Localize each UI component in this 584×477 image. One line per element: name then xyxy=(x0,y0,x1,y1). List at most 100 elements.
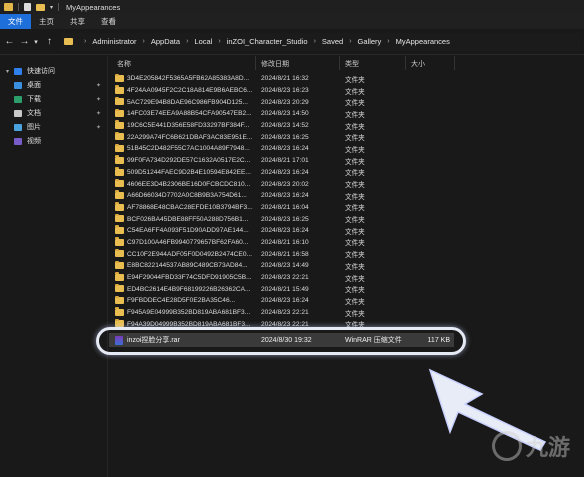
up-arrow-icon[interactable]: ↑ xyxy=(44,36,55,47)
window-title: MyAppearances xyxy=(66,2,121,12)
column-type[interactable]: 类型 xyxy=(345,59,359,69)
table-row[interactable]: F9FBDDEC4E28D5F0E2BA35C46... 2024/8/23 16… xyxy=(109,295,584,307)
file-name: BCF026BA45DBE88FF50A288D756B1... xyxy=(127,215,249,223)
column-divider[interactable] xyxy=(255,56,256,70)
sidebar-item-downloads[interactable]: 下载 ✦ xyxy=(0,92,107,106)
folder-icon xyxy=(115,190,124,199)
table-row[interactable]: C97D100A46FB9940779657BF62FA60... 2024/8/… xyxy=(109,237,584,249)
file-name: 509D51244FAEC9D2B4E10594E842EE... xyxy=(127,168,251,176)
column-divider[interactable] xyxy=(454,56,455,70)
breadcrumb-local[interactable]: Local xyxy=(194,37,212,46)
file-type: 文件夹 xyxy=(345,135,365,143)
breadcrumb-saved[interactable]: Saved xyxy=(322,37,343,46)
breadcrumb[interactable]: › Administrator › AppData › Local › inZO… xyxy=(61,32,580,51)
file-type: 文件夹 xyxy=(345,111,365,119)
folder-icon xyxy=(115,120,124,129)
file-date: 2024/8/21 15:49 xyxy=(261,285,309,293)
quick-access-dropdown-icon[interactable]: ▾ xyxy=(50,4,53,11)
table-row[interactable]: A66D66034D7702A0C8B9B3A754D61... 2024/8/2… xyxy=(109,190,584,202)
file-name: C54EA6FF4A093F51D90ADD97AE144... xyxy=(127,227,249,235)
table-row[interactable]: E8BC822144537AB89C489CB73AD84... 2024/8/2… xyxy=(109,260,584,272)
new-folder-icon[interactable] xyxy=(36,3,45,11)
table-row[interactable]: 509D51244FAEC9D2B4E10594E842EE... 2024/8/… xyxy=(109,167,584,179)
picture-icon xyxy=(14,123,22,131)
folder-icon xyxy=(115,131,124,141)
recent-locations-icon[interactable]: ▾ xyxy=(32,38,40,46)
folder-icon xyxy=(115,307,124,316)
sidebar-item-pictures[interactable]: 图片 ✦ xyxy=(0,120,107,134)
column-date[interactable]: 修改日期 xyxy=(261,59,289,69)
breadcrumb-inzoi-character-studio[interactable]: inZOI_Character_Studio xyxy=(227,37,308,46)
table-row[interactable]: 5AC729E94B8DAE96C986FB904D125... 2024/8/2… xyxy=(109,96,584,108)
column-divider[interactable] xyxy=(405,56,406,70)
chevron-right-icon[interactable]: › xyxy=(218,38,220,45)
tab-home[interactable]: 主页 xyxy=(31,14,62,29)
breadcrumb-appdata[interactable]: AppData xyxy=(151,37,180,46)
pin-icon[interactable]: ✦ xyxy=(96,82,101,89)
table-row[interactable]: ED4BC2614E4B9F68199226B26362CA... 2024/8/… xyxy=(109,283,584,295)
highlight-annotation xyxy=(96,327,466,355)
folder-icon xyxy=(115,213,124,223)
pin-icon[interactable]: ✦ xyxy=(96,96,101,103)
title-divider xyxy=(18,3,19,11)
chevron-right-icon[interactable]: › xyxy=(349,38,351,45)
column-name[interactable]: 名称 xyxy=(117,59,131,69)
sidebar-item-desktop[interactable]: 桌面 ✦ xyxy=(0,78,107,92)
file-name: CC10F2E944ADF05F0D0492B2474CE0... xyxy=(127,250,252,258)
column-header: 名称 修改日期 类型 大小 xyxy=(109,56,584,70)
file-name: AF78868E48CBAC28EFDE10B3794BF3... xyxy=(127,203,253,211)
file-date: 2024/8/23 20:29 xyxy=(261,98,309,106)
folder-icon xyxy=(115,96,124,106)
tab-share[interactable]: 共享 xyxy=(62,14,93,29)
folder-icon xyxy=(115,167,124,176)
column-size[interactable]: 大小 xyxy=(411,59,425,69)
chevron-right-icon[interactable]: › xyxy=(314,38,316,45)
table-row[interactable]: 3D4E205842F5365A5FB62A85383A8D... 2024/8/… xyxy=(109,73,584,85)
chevron-right-icon[interactable]: › xyxy=(387,38,389,45)
breadcrumb-myappearances[interactable]: MyAppearances xyxy=(396,37,450,46)
file-name: ED4BC2614E4B9F68199226B26362CA... xyxy=(127,285,251,293)
table-row[interactable]: 99F0FA734D292DE57C1632A0517E2C... 2024/8/… xyxy=(109,155,584,167)
chevron-right-icon[interactable]: › xyxy=(84,38,86,45)
file-type: 文件夹 xyxy=(345,310,365,318)
table-row[interactable]: E94F29044FBD33F74C5DFD91905C5B... 2024/8/… xyxy=(109,272,584,284)
pin-icon[interactable]: ✦ xyxy=(96,110,101,117)
folder-icon xyxy=(115,143,124,153)
folder-icon xyxy=(115,283,124,293)
chevron-down-icon[interactable]: ▾ xyxy=(6,68,14,75)
forward-arrow-icon[interactable]: → xyxy=(19,36,30,47)
chevron-right-icon[interactable]: › xyxy=(186,38,188,45)
table-row[interactable]: 51B45C2D482F55C7AC1004A89F7948... 2024/8/… xyxy=(109,143,584,155)
file-date: 2024/8/21 16:58 xyxy=(261,250,309,258)
tab-view[interactable]: 查看 xyxy=(93,14,124,29)
column-divider[interactable] xyxy=(339,56,340,70)
back-arrow-icon[interactable]: ← xyxy=(4,36,15,47)
folder-icon xyxy=(115,73,124,82)
table-row[interactable]: C54EA6FF4A093F51D90ADD97AE144... 2024/8/2… xyxy=(109,225,584,237)
pin-icon[interactable]: ✦ xyxy=(96,124,101,131)
properties-icon[interactable] xyxy=(24,3,31,11)
sidebar-item-label: 下载 xyxy=(27,96,41,103)
breadcrumb-administrator[interactable]: Administrator xyxy=(92,37,136,46)
desktop-icon xyxy=(14,81,22,89)
file-rows: 3D4E205842F5365A5FB62A85383A8D... 2024/8/… xyxy=(109,73,584,330)
table-row[interactable]: AF78868E48CBAC28EFDE10B3794BF3... 2024/8/… xyxy=(109,202,584,214)
table-row[interactable]: 14FC03E74EEA9A88B54CFA90547EB2... 2024/8/… xyxy=(109,108,584,120)
breadcrumb-gallery[interactable]: Gallery xyxy=(358,37,382,46)
file-type: 文件夹 xyxy=(345,100,365,108)
title-divider xyxy=(58,3,60,11)
chevron-right-icon[interactable]: › xyxy=(143,38,145,45)
sidebar-item-documents[interactable]: 文档 ✦ xyxy=(0,106,107,120)
file-date: 2024/8/23 16:25 xyxy=(261,215,309,223)
table-row[interactable]: CC10F2E944ADF05F0D0492B2474CE0... 2024/8/… xyxy=(109,248,584,260)
table-row[interactable]: 4F24AA0945F2C2C18A814E9B6AEBC6... 2024/8/… xyxy=(109,85,584,97)
table-row[interactable]: BCF026BA45DBE88FF50A288D756B1... 2024/8/2… xyxy=(109,213,584,225)
table-row[interactable]: F945A9E04999B352BD819ABA681BF3... 2024/8/… xyxy=(109,307,584,319)
tab-file[interactable]: 文件 xyxy=(0,14,31,29)
sidebar-item-videos[interactable]: 视频 xyxy=(0,134,107,148)
table-row[interactable]: 22A299A74FC6B621DBAF3AC83E951E... 2024/8/… xyxy=(109,131,584,143)
file-date: 2024/8/23 14:52 xyxy=(261,122,309,130)
table-row[interactable]: 19C6C5E441D356E58FD33297BF384F... 2024/8/… xyxy=(109,120,584,132)
table-row[interactable]: 4606EE3D4B2306BE16D0FCBCDC810... 2024/8/2… xyxy=(109,178,584,190)
sidebar-item-quick-access[interactable]: ▾ 快速访问 xyxy=(0,64,107,78)
